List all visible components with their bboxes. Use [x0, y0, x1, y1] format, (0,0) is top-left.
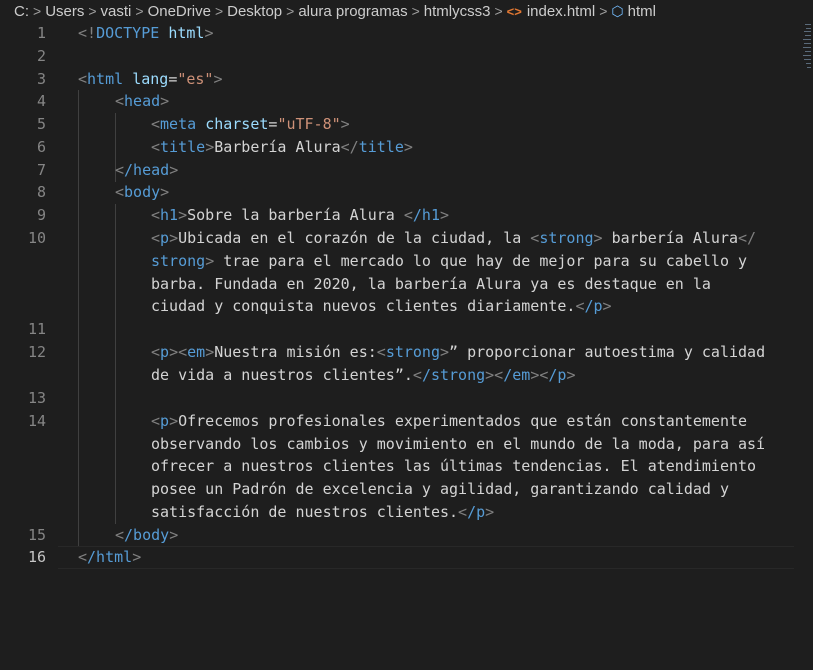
- code-line: <head>: [115, 92, 170, 110]
- line-number: 6: [36, 138, 46, 156]
- code-line: <html lang="es">: [78, 70, 223, 88]
- chevron-right-icon: >: [33, 3, 42, 19]
- html-file-icon: <>: [506, 3, 522, 19]
- chevron-right-icon: >: [88, 3, 97, 19]
- breadcrumb-users[interactable]: Users: [45, 3, 84, 20]
- code-line-wrap: de vida a nuestros clientes”.</strong></…: [151, 366, 576, 384]
- code-line-wrap: strong> trae para el mercado lo que hay …: [151, 252, 748, 270]
- breadcrumb-drive[interactable]: C:: [14, 3, 29, 20]
- line-number: 10: [27, 229, 46, 247]
- breadcrumb-folder-htmlycss3[interactable]: htmlycss3: [424, 3, 491, 20]
- symbol-element-icon: ⬡: [611, 2, 624, 19]
- line-number: 12: [27, 343, 46, 361]
- line-number: 11: [27, 320, 46, 338]
- line-number: 14: [27, 412, 46, 430]
- line-number: 3: [36, 70, 46, 88]
- line-number: 9: [36, 206, 46, 224]
- code-line: </body>: [115, 526, 179, 544]
- code-line-wrap: ofrecer a nuestros clientes las últimas …: [151, 457, 757, 475]
- line-number: 8: [36, 183, 46, 201]
- minimap-line: [805, 35, 811, 36]
- code-line: <p><em>Nuestra misión es:<strong>” propo…: [151, 343, 766, 361]
- minimap-line: [805, 51, 811, 52]
- minimap-line: [804, 59, 811, 60]
- current-line-highlight: [58, 546, 794, 569]
- line-number-active: 16: [27, 548, 46, 566]
- breadcrumb-file[interactable]: index.html: [527, 3, 595, 20]
- chevron-right-icon: >: [411, 3, 420, 19]
- line-number: 15: [27, 526, 46, 544]
- code-line: <body>: [115, 183, 170, 201]
- chevron-right-icon: >: [135, 3, 144, 19]
- minimap-line: [803, 47, 811, 48]
- line-number: 4: [36, 92, 46, 110]
- line-number: 13: [27, 389, 46, 407]
- code-line-wrap: observando los cambios y movimiento en e…: [151, 435, 766, 453]
- indent-guide: [115, 204, 116, 524]
- chevron-right-icon: >: [599, 3, 608, 19]
- line-number: 5: [36, 115, 46, 133]
- code-line: <title>Barbería Alura</title>: [151, 138, 413, 156]
- minimap-line: [806, 63, 811, 64]
- minimap-line: [804, 31, 811, 32]
- breadcrumb: C: > Users > vasti > OneDrive > Desktop …: [0, 0, 813, 22]
- code-line: <p>Ofrecemos profesionales experimentado…: [151, 412, 748, 430]
- line-number: 1: [36, 24, 46, 42]
- code-line: <!DOCTYPE html>: [78, 24, 214, 42]
- chevron-right-icon: >: [494, 3, 503, 19]
- code-line-wrap: satisfacción de nuestros clientes.</p>: [151, 503, 495, 521]
- line-number: 7: [36, 161, 46, 179]
- breadcrumb-user[interactable]: vasti: [101, 3, 132, 20]
- code-line: <meta charset="uTF-8">: [151, 115, 350, 133]
- code-line: <p>Ubicada en el corazón de la ciudad, l…: [151, 229, 757, 247]
- code-line-wrap: posee un Padrón de excelencia y agilidad…: [151, 480, 729, 498]
- chevron-right-icon: >: [286, 3, 295, 19]
- code-line-active: </html>: [78, 548, 142, 566]
- minimap-line: [803, 55, 811, 56]
- minimap[interactable]: [801, 22, 813, 82]
- code-line-wrap: barba. Fundada en 2020, la barbería Alur…: [151, 275, 711, 293]
- chevron-right-icon: >: [214, 3, 224, 19]
- code-line: <h1>Sobre la barbería Alura </h1>: [151, 206, 450, 224]
- breadcrumb-desktop[interactable]: Desktop: [227, 3, 282, 20]
- breadcrumb-onedrive[interactable]: OneDrive: [148, 3, 211, 20]
- indent-guide: [78, 90, 79, 546]
- minimap-line: [805, 24, 811, 25]
- minimap-line: [806, 28, 811, 29]
- minimap-line: [803, 39, 811, 40]
- minimap-line: [804, 43, 811, 44]
- code-line: </head>: [115, 161, 179, 179]
- breadcrumb-folder-programas[interactable]: alura programas: [298, 3, 407, 20]
- code-editor[interactable]: 1 2 3 4 5 6 7 8 9 10 11 12 13 14 15 16 <…: [0, 22, 813, 670]
- code-line-wrap: ciudad y conquista nuevos clientes diari…: [151, 297, 612, 315]
- breadcrumb-symbol-html[interactable]: html: [628, 3, 656, 20]
- minimap-line: [807, 67, 811, 68]
- line-number: 2: [36, 47, 46, 65]
